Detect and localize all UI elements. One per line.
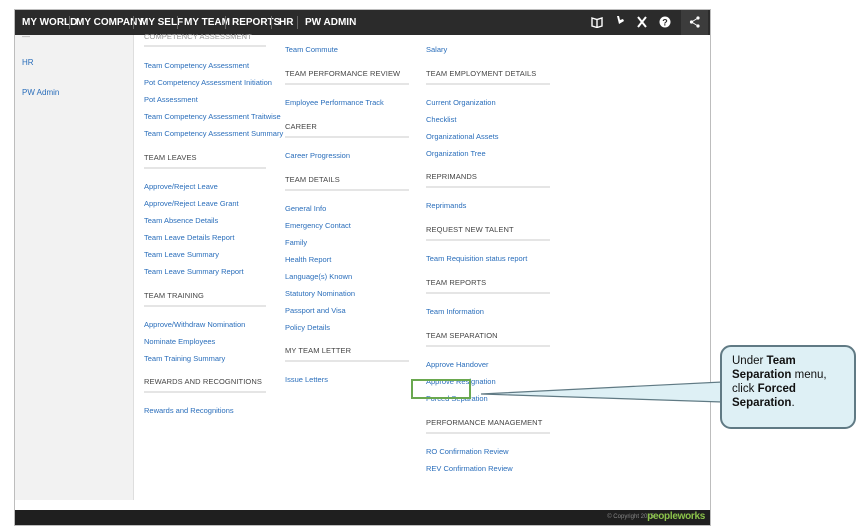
callout-text-part: . xyxy=(791,397,795,409)
callout-text-part: Under xyxy=(732,355,767,367)
callout-pointer xyxy=(480,381,723,403)
instruction-callout: Under Team Separation menu, click Forced… xyxy=(720,345,856,429)
callout-text: Under Team Separation menu, click Forced… xyxy=(732,354,852,410)
